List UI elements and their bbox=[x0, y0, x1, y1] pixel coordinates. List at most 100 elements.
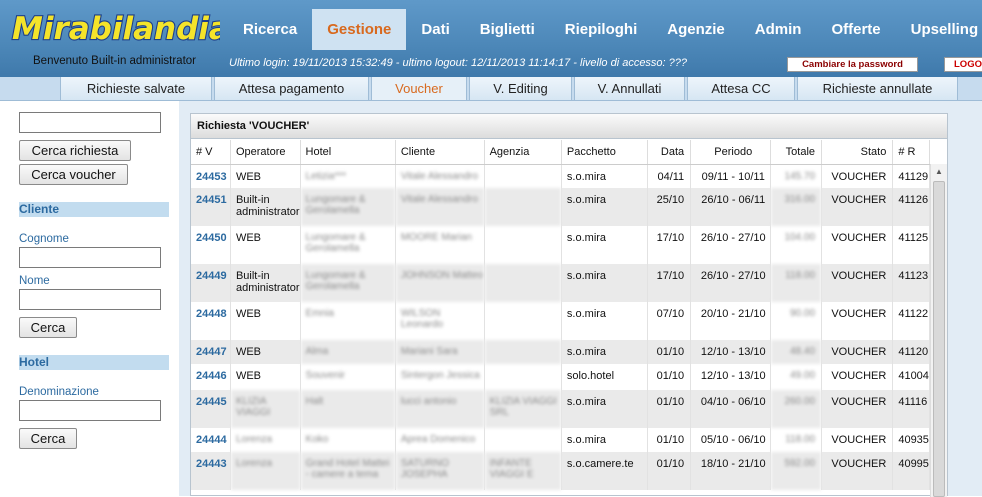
cell-periodo: 20/10 - 21/10 bbox=[690, 302, 772, 340]
scroll-up-arrow-icon[interactable]: ▲ bbox=[933, 166, 945, 178]
cell-pacchetto: s.o.mira bbox=[561, 226, 648, 264]
request-search-input[interactable] bbox=[19, 112, 161, 133]
cell-totale: 90.00 bbox=[770, 302, 823, 340]
cell-r: 40935 bbox=[892, 428, 930, 452]
table-row[interactable]: 24446 WEB Souvenir Sintergon Jessica solo.ho… bbox=[191, 364, 930, 390]
cell-r: 40995 bbox=[892, 452, 930, 490]
cell-data: 01/10 bbox=[647, 428, 692, 452]
cell-stato: VOUCHER bbox=[821, 226, 894, 264]
cell-data: 01/10 bbox=[647, 340, 692, 364]
voucher-table: # V Operatore Hotel Cliente Agenzia Pacchetto… bbox=[191, 140, 930, 490]
cell-cliente: Sintergon Jessica bbox=[395, 364, 485, 390]
table-row[interactable]: 24443 Lorenza Grand Hotel Mattei - camere … bbox=[191, 452, 930, 490]
nav-item-upselling[interactable]: Upselling bbox=[896, 9, 982, 50]
voucher-id-link[interactable]: 24451 bbox=[191, 188, 231, 226]
cell-r: 41126 bbox=[892, 188, 930, 226]
cerca-richiesta-button[interactable]: Cerca richiesta bbox=[19, 140, 131, 161]
column-header-data: Data bbox=[647, 140, 692, 165]
voucher-id-link[interactable]: 24444 bbox=[191, 428, 231, 452]
nav-item-offerte[interactable]: Offerte bbox=[816, 9, 895, 50]
cell-stato: VOUCHER bbox=[821, 390, 894, 428]
table-row[interactable]: 24451 Built-in administrator Lungomare & G… bbox=[191, 188, 930, 226]
nav-item-biglietti[interactable]: Biglietti bbox=[465, 9, 550, 50]
cell-data: 04/11 bbox=[647, 164, 692, 188]
logout-button[interactable]: LOGOUT bbox=[944, 57, 982, 72]
cerca-hotel-button[interactable]: Cerca bbox=[19, 428, 77, 449]
voucher-id-link[interactable]: 24453 bbox=[191, 164, 231, 188]
cerca-voucher-button[interactable]: Cerca voucher bbox=[19, 164, 128, 185]
cell-periodo: 18/10 - 21/10 bbox=[690, 452, 772, 490]
cell-totale: 48.40 bbox=[770, 340, 823, 364]
tab-richieste-annullate[interactable]: Richieste annullate bbox=[797, 77, 958, 101]
panel-title: Richiesta 'VOUCHER' bbox=[191, 114, 947, 139]
voucher-id-link[interactable]: 24447 bbox=[191, 340, 231, 364]
nome-label: Nome bbox=[19, 275, 50, 287]
cell-pacchetto: s.o.mira bbox=[561, 302, 648, 340]
column-header-hotel: Hotel bbox=[300, 140, 396, 165]
table-scrollbar[interactable]: ▲ bbox=[930, 164, 947, 497]
tab-v-editing[interactable]: V. Editing bbox=[469, 77, 572, 101]
voucher-id-link[interactable]: 24449 bbox=[191, 264, 231, 302]
cell-operatore: KLIZIA VIAGGI bbox=[230, 390, 301, 428]
cell-data: 01/10 bbox=[647, 452, 692, 490]
cognome-input[interactable] bbox=[19, 247, 161, 268]
cognome-label: Cognome bbox=[19, 233, 69, 245]
nav-item-ricerca[interactable]: Ricerca bbox=[228, 9, 312, 50]
cell-cliente: lucci antonio bbox=[395, 390, 485, 428]
cell-periodo: 26/10 - 06/11 bbox=[690, 188, 772, 226]
cell-operatore: WEB bbox=[230, 340, 301, 364]
column-header-cliente: Cliente bbox=[395, 140, 485, 165]
cell-stato: VOUCHER bbox=[821, 164, 894, 188]
table-row[interactable]: 24447 WEB Alma Mariani Sara s.o.mira 01/10 12/… bbox=[191, 340, 930, 364]
mirabilandia-logo[interactable]: Mirabilandia bbox=[8, 3, 220, 53]
nome-input[interactable] bbox=[19, 289, 161, 310]
table-row[interactable]: 24444 Lorenza Koko Aprea Domenico s.o.mira 01… bbox=[191, 428, 930, 452]
voucher-id-link[interactable]: 24448 bbox=[191, 302, 231, 340]
table-row[interactable]: 24449 Built-in administrator Lungomare & G… bbox=[191, 264, 930, 302]
tab-attesa-cc[interactable]: Attesa CC bbox=[687, 77, 795, 101]
cell-periodo: 04/10 - 06/10 bbox=[690, 390, 772, 428]
cell-totale: 145.70 bbox=[770, 164, 823, 188]
cell-periodo: 26/10 - 27/10 bbox=[690, 226, 772, 264]
cell-hotel: Grand Hotel Mattei - camere a tema bbox=[300, 452, 396, 490]
denominazione-input[interactable] bbox=[19, 400, 161, 421]
table-row[interactable]: 24453 WEB Letizia*** Vitale Alessandro s.o.m… bbox=[191, 164, 930, 188]
tab-v-annullati[interactable]: V. Annullati bbox=[574, 77, 685, 101]
nav-item-dati[interactable]: Dati bbox=[406, 9, 464, 50]
change-password-button[interactable]: Cambiare la password bbox=[787, 57, 918, 72]
scrollbar-thumb[interactable] bbox=[933, 181, 945, 497]
table-row[interactable]: 24448 WEB Emnia WILSON Leonardo s.o.mira 07/1… bbox=[191, 302, 930, 340]
cliente-heading: Cliente bbox=[19, 202, 169, 217]
cell-agenzia: INFANTE VIAGGI E bbox=[484, 452, 562, 490]
cell-agenzia: KLIZIA VIAGGI SRL bbox=[484, 390, 562, 428]
column-header-operatore: Operatore bbox=[230, 140, 301, 165]
voucher-id-link[interactable]: 24446 bbox=[191, 364, 231, 390]
table-row[interactable]: 24445 KLIZIA VIAGGI Halt lucci antonio KLIZI… bbox=[191, 390, 930, 428]
cell-periodo: 12/10 - 13/10 bbox=[690, 364, 772, 390]
cell-r: 41004 bbox=[892, 364, 930, 390]
nav-item-admin[interactable]: Admin bbox=[740, 9, 817, 50]
nav-item-gestione[interactable]: Gestione bbox=[312, 9, 407, 50]
cell-stato: VOUCHER bbox=[821, 364, 894, 390]
table-row[interactable]: 24450 WEB Lungomare & Gerolamella MOORE Mar… bbox=[191, 226, 930, 264]
cell-hotel: Lungomare & Gerolamella bbox=[300, 188, 396, 226]
cell-data: 17/10 bbox=[647, 226, 692, 264]
tab-voucher[interactable]: Voucher bbox=[371, 77, 467, 101]
cell-data: 17/10 bbox=[647, 264, 692, 302]
denominazione-label: Denominazione bbox=[19, 386, 99, 398]
column-header-v: # V bbox=[191, 140, 231, 165]
cell-hotel: Koko bbox=[300, 428, 396, 452]
cell-hotel: Halt bbox=[300, 390, 396, 428]
tab-richieste-salvate[interactable]: Richieste salvate bbox=[60, 77, 212, 101]
voucher-id-link[interactable]: 24450 bbox=[191, 226, 231, 264]
cell-hotel: Alma bbox=[300, 340, 396, 364]
cerca-cliente-button[interactable]: Cerca bbox=[19, 317, 77, 338]
nav-item-agenzie[interactable]: Agenzie bbox=[652, 9, 740, 50]
cell-totale: 49.00 bbox=[770, 364, 823, 390]
voucher-id-link[interactable]: 24443 bbox=[191, 452, 231, 490]
nav-item-riepiloghi[interactable]: Riepiloghi bbox=[550, 9, 653, 50]
cell-totale: 316.00 bbox=[770, 188, 823, 226]
cell-pacchetto: s.o.mira bbox=[561, 428, 648, 452]
tab-attesa-pagamento[interactable]: Attesa pagamento bbox=[214, 77, 369, 101]
voucher-id-link[interactable]: 24445 bbox=[191, 390, 231, 428]
